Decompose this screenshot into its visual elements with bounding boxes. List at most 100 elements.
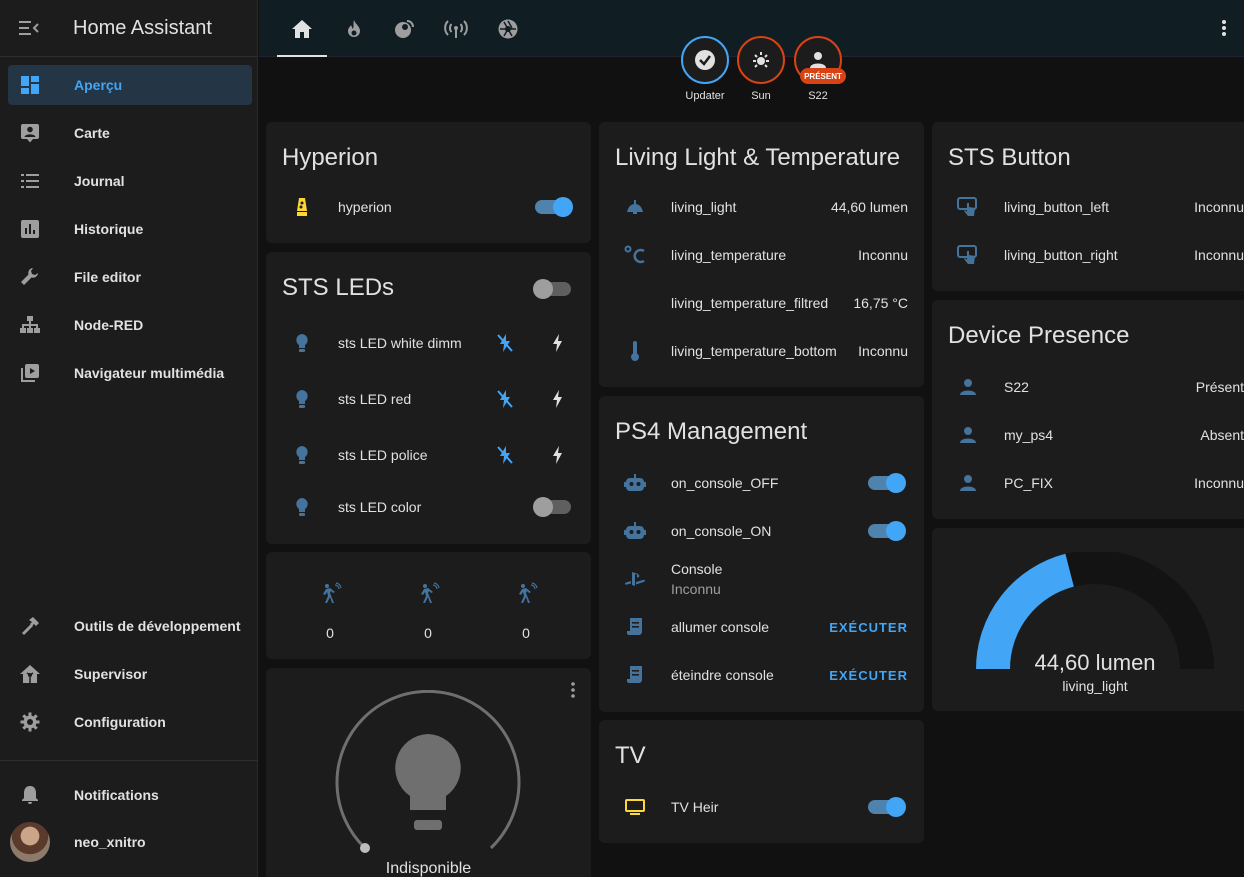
more-menu-button[interactable] [1212, 16, 1236, 40]
living-card: Living Light & Temperature living_light … [599, 122, 924, 387]
entity-row-s22[interactable]: S22 Présent [948, 367, 1244, 407]
badge-s22[interactable]: PRÉSENT S22 [788, 36, 848, 102]
home-assistant-icon [8, 664, 52, 684]
entity-state: Inconnu [858, 343, 908, 359]
entity-row-living-light[interactable]: living_light 44,60 lumen [615, 187, 908, 227]
sts-leds-header-toggle[interactable] [533, 279, 571, 299]
robot-icon [615, 473, 655, 493]
entity-state: Inconnu [1194, 247, 1244, 263]
lightbulb-icon[interactable] [392, 732, 464, 839]
sidebar-item-label: Carte [74, 125, 110, 141]
motion-sensor-icon [421, 582, 440, 603]
light-more-info-button[interactable] [571, 682, 575, 703]
entity-row-my-ps4[interactable]: my_ps4 Absent [948, 415, 1244, 455]
entity-row-living-temperature[interactable]: living_temperature Inconnu [615, 235, 908, 275]
app-title: Home Assistant [73, 16, 212, 39]
sidebar-item-supervisor[interactable]: Supervisor [8, 654, 252, 694]
tv-toggle[interactable] [868, 797, 906, 817]
entity-row-console-on[interactable]: on_console_ON [615, 511, 908, 551]
sidebar-item-label: Notifications [74, 787, 159, 803]
entity-name: living_button_left [1004, 199, 1110, 215]
check-circle-icon [695, 50, 715, 70]
badge-label: Updater [685, 90, 725, 102]
entity-row-tv-heir[interactable]: TV Heir [615, 787, 908, 827]
flash-off-icon [497, 390, 513, 408]
turn-on-button[interactable] [539, 381, 575, 417]
execute-button[interactable]: EXÉCUTER [829, 668, 908, 683]
hammer-icon [8, 616, 52, 636]
tab-antenna[interactable] [431, 0, 481, 57]
turn-on-button[interactable] [539, 325, 575, 361]
entity-row-eteindre-console[interactable]: éteindre console EXÉCUTER [615, 655, 908, 695]
badge-sun[interactable]: Sun [731, 36, 791, 102]
cog-icon [8, 712, 52, 732]
flash-off-icon [497, 334, 513, 352]
sensor-value: 0 [522, 625, 530, 641]
sidebar-item-apercu[interactable]: Aperçu [8, 65, 252, 105]
execute-button[interactable]: EXÉCUTER [829, 620, 908, 635]
card-title: Device Presence [948, 322, 1130, 349]
tab-robot-vacuum[interactable] [379, 0, 429, 57]
gauge-card[interactable]: 44,60 lumen living_light [932, 528, 1244, 711]
badge-circle: PRÉSENT [794, 36, 846, 84]
card-title: Hyperion [282, 144, 379, 171]
sidebar-item-label: Outils de développement [74, 618, 241, 634]
entity-state: Inconnu [1194, 475, 1244, 491]
entity-row-led-red[interactable]: sts LED red [282, 379, 575, 419]
entity-row-led-police[interactable]: sts LED police [282, 435, 575, 475]
sidebar-item-label: Supervisor [74, 666, 148, 682]
sidebar-item-node-red[interactable]: Node-RED [8, 305, 252, 345]
entity-row-led-color[interactable]: sts LED color [282, 487, 575, 527]
entity-row-button-right[interactable]: living_button_right Inconnu [948, 235, 1244, 275]
console-off-toggle[interactable] [868, 473, 906, 493]
console-on-toggle[interactable] [868, 521, 906, 541]
motion-sensor-2[interactable]: 0 [398, 582, 458, 641]
sidebar-item-developer-tools[interactable]: Outils de développement [8, 606, 252, 646]
entity-name: allumer console [671, 619, 770, 635]
entity-row-living-temperature-bottom[interactable]: living_temperature_bottom Inconnu [615, 331, 908, 371]
sidebar-item-journal[interactable]: Journal [8, 161, 252, 201]
lightbulb-icon [282, 497, 322, 517]
sidebar-item-media-browser[interactable]: Navigateur multimédia [8, 353, 252, 393]
camera-iris-icon [498, 19, 518, 38]
sidebar-item-notifications[interactable]: Notifications [8, 775, 252, 815]
entity-row-button-left[interactable]: living_button_left Inconnu [948, 187, 1244, 227]
motion-sensor-1[interactable]: 0 [300, 582, 360, 641]
led-color-toggle[interactable] [533, 497, 571, 517]
badge-label: Sun [751, 90, 771, 102]
sidebar-item-user[interactable]: neo_xnitro [8, 822, 252, 862]
fire-icon [348, 19, 360, 37]
access-point-icon [444, 19, 468, 38]
sidebar-item-carte[interactable]: Carte [8, 113, 252, 153]
sidebar-header: Home Assistant [0, 0, 257, 57]
entity-name: my_ps4 [1004, 427, 1054, 443]
turn-off-button[interactable] [487, 437, 523, 473]
entity-row-console[interactable]: Console Inconnu [615, 559, 908, 599]
sidebar-item-historique[interactable]: Historique [8, 209, 252, 249]
tab-camera[interactable] [483, 0, 533, 57]
entity-row-hyperion[interactable]: hyperion [282, 187, 575, 227]
turn-on-button[interactable] [539, 437, 575, 473]
light-card: Indisponible [266, 668, 591, 877]
entity-name: S22 [1004, 379, 1029, 395]
turn-off-button[interactable] [487, 325, 523, 361]
entity-name: living_temperature_bottom [671, 343, 837, 359]
lightbulb-icon [282, 333, 322, 353]
menu-collapse-icon [19, 21, 39, 35]
badge-updater[interactable]: Updater [675, 36, 735, 102]
sidebar-item-configuration[interactable]: Configuration [8, 702, 252, 742]
entity-name: on_console_OFF [671, 475, 779, 491]
motion-sensor-3[interactable]: 0 [496, 582, 556, 641]
entity-row-pc-fix[interactable]: PC_FIX Inconnu [948, 463, 1244, 503]
entity-row-console-off[interactable]: on_console_OFF [615, 463, 908, 503]
menu-toggle-button[interactable] [0, 20, 58, 36]
entity-row-living-temperature-filtred[interactable]: living_temperature_filtred 16,75 °C [615, 283, 908, 323]
sidebar-item-file-editor[interactable]: File editor [8, 257, 252, 297]
entity-row-led-white[interactable]: sts LED white dimm [282, 323, 575, 363]
badge-circle [737, 36, 785, 84]
tab-fire[interactable] [329, 0, 379, 57]
hyperion-toggle[interactable] [535, 197, 573, 217]
turn-off-button[interactable] [487, 381, 523, 417]
tab-home[interactable] [277, 0, 327, 57]
entity-row-allumer-console[interactable]: allumer console EXÉCUTER [615, 607, 908, 647]
